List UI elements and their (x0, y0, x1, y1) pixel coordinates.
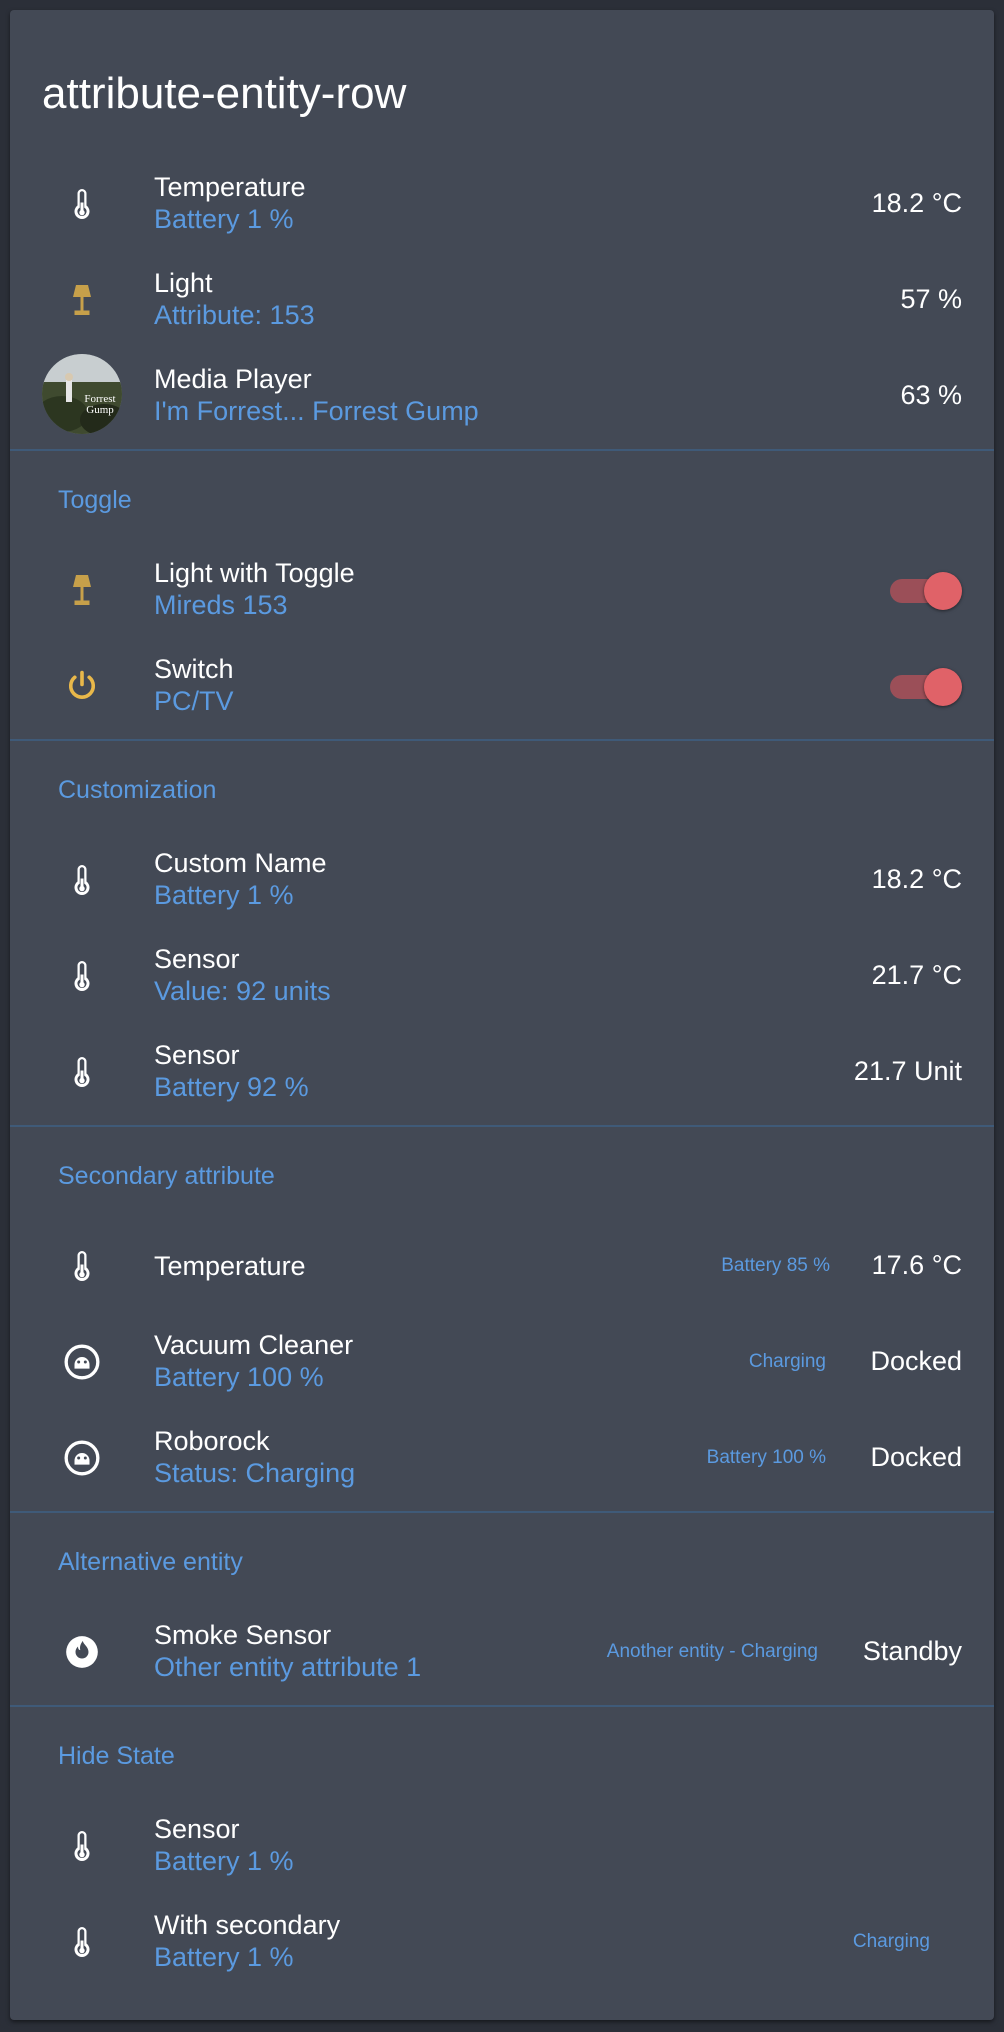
entity-row-light-toggle[interactable]: Light with Toggle Mireds 153 (10, 542, 994, 638)
secondary-info: Charging (852, 1931, 930, 1952)
entity-attribute: Battery 1 % (154, 204, 294, 234)
entity-state: Standby (862, 1636, 962, 1666)
secondary-info: Battery 85 % (721, 1255, 830, 1276)
thermometer-icon (42, 1226, 122, 1306)
lamp-icon (42, 260, 122, 340)
section-divider (10, 449, 994, 451)
entity-name: Sensor (154, 1814, 240, 1844)
section-title-alternative-entity: Alternative entity (58, 1548, 243, 1576)
fire-icon (42, 1612, 122, 1692)
entity-row-sensor[interactable]: Sensor Value: 92 units 21.7 °C (10, 928, 994, 1024)
entities-card: attribute-entity-row Temperature Battery… (10, 10, 994, 2020)
entity-state: Docked (870, 1442, 962, 1472)
entity-name: Sensor (154, 1040, 240, 1070)
section-divider (10, 1705, 994, 1707)
thermometer-icon (42, 1806, 122, 1886)
robot-vacuum-icon (42, 1418, 122, 1498)
entity-attribute: I'm Forrest... Forrest Gump (154, 396, 479, 426)
entity-row-smoke-sensor[interactable]: Smoke Sensor Other entity attribute 1 An… (10, 1604, 994, 1700)
entity-state: 18.2 °C (871, 188, 962, 218)
entity-attribute: Battery 100 % (154, 1362, 324, 1392)
section-title-secondary-attribute: Secondary attribute (58, 1162, 275, 1190)
entity-state: 57 % (900, 284, 962, 314)
secondary-info: Another entity - Charging (606, 1641, 818, 1662)
entity-name: Vacuum Cleaner (154, 1330, 354, 1360)
entity-name: Temperature (154, 1251, 306, 1281)
entity-attribute: Status: Charging (154, 1458, 356, 1488)
entity-row-light[interactable]: Light Attribute: 153 57 % (10, 252, 994, 348)
entity-name: Sensor (154, 944, 240, 974)
entity-name: Light (154, 268, 213, 298)
section-divider (10, 1125, 994, 1127)
section-title-customization: Customization (58, 776, 217, 804)
entity-name: Switch (154, 654, 234, 684)
entity-attribute: Attribute: 153 (154, 300, 315, 330)
toggle-knob (924, 668, 962, 706)
entity-name: Light with Toggle (154, 558, 355, 588)
entity-attribute: Other entity attribute 1 (154, 1652, 422, 1682)
toggle-switch[interactable] (888, 668, 962, 706)
power-icon (42, 646, 122, 726)
entity-row-temperature[interactable]: Temperature Battery 1 % 18.2 °C (10, 156, 994, 252)
toggle-switch[interactable] (888, 572, 962, 610)
thermometer-icon (42, 164, 122, 244)
entity-row-custom-name[interactable]: Custom Name Battery 1 % 18.2 °C (10, 832, 994, 928)
entity-row-with-secondary[interactable]: With secondary Battery 1 % Charging (10, 1894, 994, 1990)
entity-attribute: Battery 1 % (154, 1846, 294, 1876)
entity-name: Custom Name (154, 848, 327, 878)
thermometer-icon (42, 1902, 122, 1982)
section-title-hide-state: Hide State (58, 1742, 175, 1770)
section-divider (10, 739, 994, 741)
entity-row-temperature[interactable]: Temperature Battery 85 % 17.6 °C (10, 1218, 994, 1314)
entity-state: 18.2 °C (871, 864, 962, 894)
entity-attribute: Battery 1 % (154, 880, 294, 910)
entity-row-switch[interactable]: Switch PC/TV (10, 638, 994, 734)
entity-row-sensor[interactable]: Sensor Battery 92 % 21.7 Unit (10, 1024, 994, 1120)
robot-vacuum-icon (42, 1322, 122, 1402)
entity-state: 63 % (900, 380, 962, 410)
entity-state: 17.6 °C (871, 1250, 962, 1280)
entity-row-roborock[interactable]: Roborock Status: Charging Battery 100 % … (10, 1410, 994, 1506)
entity-state: 21.7 Unit (853, 1056, 962, 1086)
entity-name: Media Player (154, 364, 312, 394)
svg-text:Gump: Gump (86, 404, 114, 416)
entity-row-sensor[interactable]: Sensor Battery 1 % (10, 1798, 994, 1894)
thermometer-icon (42, 1032, 122, 1112)
entity-attribute: Value: 92 units (154, 976, 331, 1006)
lamp-icon (42, 550, 122, 630)
entity-attribute: Battery 1 % (154, 1942, 294, 1972)
secondary-info: Charging (748, 1351, 826, 1372)
card-title: attribute-entity-row (42, 69, 407, 118)
secondary-info: Battery 100 % (706, 1447, 826, 1468)
entity-attribute: Mireds 153 (154, 590, 288, 620)
entity-name: Smoke Sensor (154, 1620, 332, 1650)
thermometer-icon (42, 840, 122, 920)
entity-state: Docked (870, 1346, 962, 1376)
section-title-toggle: Toggle (58, 486, 132, 514)
thermometer-icon (42, 936, 122, 1016)
entity-name: Roborock (154, 1426, 270, 1456)
entity-attribute: PC/TV (154, 686, 234, 716)
entity-row-media-player[interactable]: Forrest Gump Media Player I'm Forrest...… (10, 348, 994, 444)
section-divider (10, 1511, 994, 1513)
album-art: Forrest Gump (42, 354, 122, 434)
entity-name: With secondary (154, 1910, 341, 1940)
entity-state: 21.7 °C (871, 960, 962, 990)
entity-row-vacuum-cleaner[interactable]: Vacuum Cleaner Battery 100 % Charging Do… (10, 1314, 994, 1410)
entity-attribute: Battery 92 % (154, 1072, 309, 1102)
entity-name: Temperature (154, 172, 306, 202)
toggle-knob (924, 572, 962, 610)
